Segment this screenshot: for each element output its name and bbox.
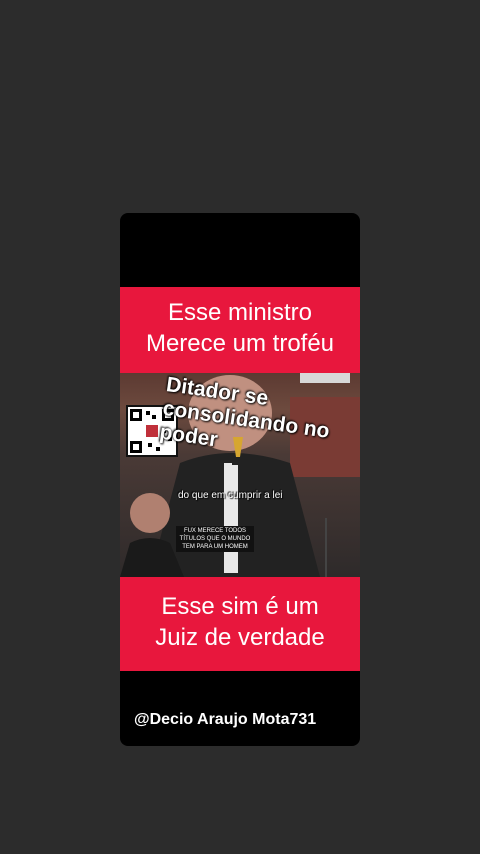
top-banner: Esse ministro Merece um troféu (120, 287, 360, 373)
overlay-caption-small: do que em cumprir a lei (178, 490, 283, 501)
video-card[interactable]: Esse ministro Merece um troféu Ditador s… (120, 213, 360, 746)
top-banner-line2: Merece um troféu (145, 330, 335, 357)
video-frame[interactable]: Ditador se consolidando no poder do que … (120, 373, 360, 577)
bottom-banner-line1: Esse sim é um (161, 593, 319, 620)
bottom-banner: Esse sim é um Juiz de verdade (120, 577, 360, 671)
overlay-caption-box: FUX MERECE TODOS TÍTULOS QUE O MUNDO TEM… (176, 526, 254, 552)
top-banner-line1: Esse ministro (167, 299, 313, 326)
author-handle: @Decio Araujo Mota731 (134, 711, 317, 728)
bottom-banner-line2: Juiz de verdade (155, 624, 325, 651)
